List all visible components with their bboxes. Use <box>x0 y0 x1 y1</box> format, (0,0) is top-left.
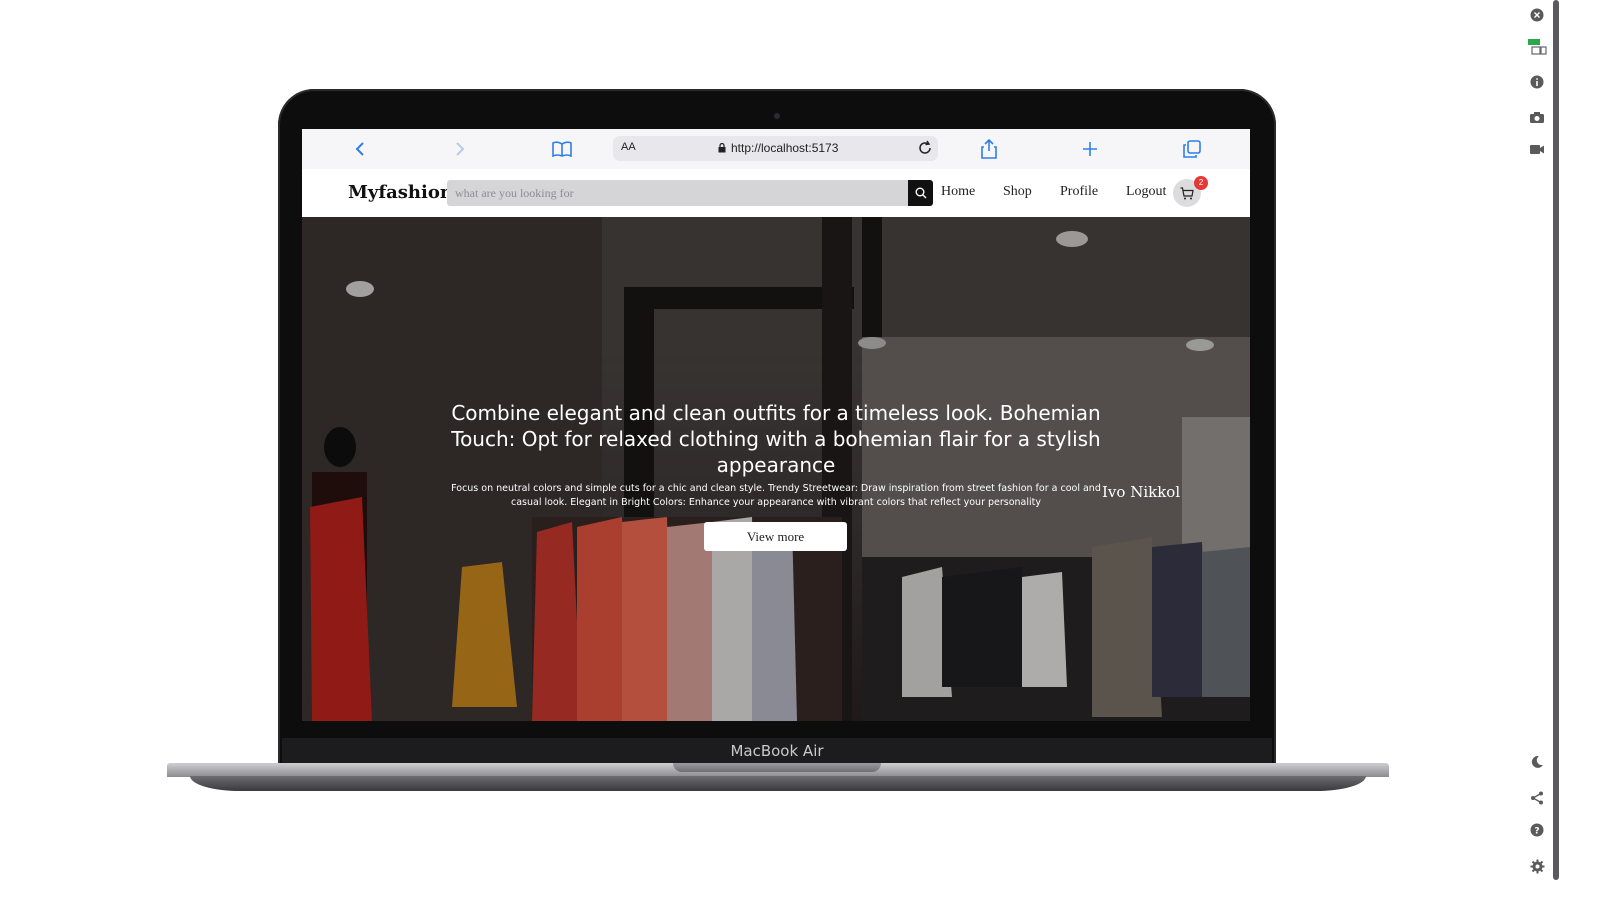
search-icon <box>915 187 926 199</box>
back-icon[interactable] <box>348 137 372 161</box>
device-label: MacBook Air <box>730 742 824 760</box>
view-more-button[interactable]: View more <box>704 522 847 551</box>
info-icon[interactable] <box>1527 72 1547 92</box>
settings-icon[interactable] <box>1527 856 1547 876</box>
site-header: Myfashion Home Shop Profile Logout 2 <box>302 169 1250 217</box>
video-icon[interactable] <box>1527 139 1547 159</box>
site-logo[interactable]: Myfashion <box>348 182 453 203</box>
reload-icon[interactable] <box>916 139 934 157</box>
reader-button[interactable]: AA <box>621 141 636 153</box>
cart-icon <box>1180 186 1194 199</box>
search-input[interactable] <box>447 180 909 206</box>
lock-icon <box>718 143 726 153</box>
safari-toolbar: AA http://localhost:5173 <box>302 129 1250 170</box>
hero-title: Combine elegant and clean outfits for a … <box>451 401 1101 477</box>
nav-home[interactable]: Home <box>941 184 975 200</box>
responsive-icon[interactable] <box>1527 37 1547 57</box>
nav-logout[interactable]: Logout <box>1126 184 1166 200</box>
laptop-base-bottom <box>190 776 1366 791</box>
nav-shop[interactable]: Shop <box>1003 184 1032 200</box>
new-tab-icon[interactable] <box>1078 137 1102 161</box>
share-network-icon[interactable] <box>1527 788 1547 808</box>
laptop-notch <box>673 763 881 772</box>
help-icon[interactable]: ? <box>1527 820 1547 840</box>
moon-icon[interactable] <box>1527 752 1547 772</box>
bookmarks-icon[interactable] <box>550 137 574 161</box>
url-text: http://localhost:5173 <box>731 141 839 155</box>
tabs-overview-icon[interactable] <box>1180 137 1204 161</box>
hero-banner: Ivo Nikkol Combine elegant and clean out… <box>302 217 1250 721</box>
camera-icon[interactable] <box>1527 107 1547 127</box>
nav-profile[interactable]: Profile <box>1060 184 1098 200</box>
close-icon[interactable] <box>1527 5 1547 25</box>
scrollbar[interactable] <box>1553 0 1559 880</box>
forward-icon[interactable] <box>448 137 472 161</box>
address-bar[interactable]: AA http://localhost:5173 <box>613 136 938 161</box>
svg-text:?: ? <box>1534 827 1539 837</box>
store-sign: Ivo Nikkol <box>1102 483 1181 501</box>
webcam <box>774 113 780 119</box>
cart-count-badge: 2 <box>1194 176 1208 190</box>
search-button[interactable] <box>908 180 933 206</box>
hero-subtitle: Focus on neutral colors and simple cuts … <box>451 483 1101 508</box>
device-screen: AA http://localhost:5173 Myfashion Home … <box>302 129 1250 721</box>
share-icon[interactable] <box>977 137 1001 161</box>
